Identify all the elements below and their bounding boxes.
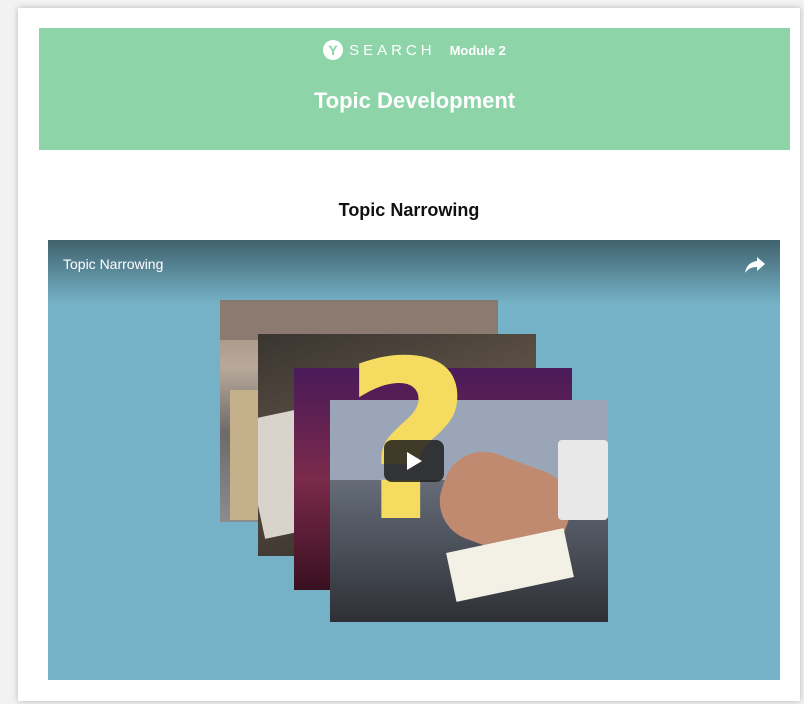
y-logo-icon: Y bbox=[323, 40, 344, 60]
section-title: Topic Narrowing bbox=[338, 200, 480, 220]
page-container: Y SEARCH Module 2 Topic Development Topi… bbox=[18, 8, 800, 701]
brand-name: SEARCH bbox=[349, 41, 436, 59]
laptop-shape bbox=[558, 440, 608, 520]
header-banner: Y SEARCH Module 2 Topic Development bbox=[39, 28, 790, 150]
share-icon[interactable] bbox=[744, 254, 766, 274]
video-title[interactable]: Topic Narrowing bbox=[63, 256, 163, 272]
video-player[interactable]: ? Topic Narrowing bbox=[48, 240, 780, 680]
play-icon bbox=[407, 452, 422, 470]
video-topbar: Topic Narrowing bbox=[48, 240, 780, 304]
brand-row: Y SEARCH Module 2 bbox=[39, 39, 790, 61]
play-button[interactable] bbox=[384, 440, 444, 482]
module-label: Module 2 bbox=[449, 42, 506, 58]
page-title: Topic Development bbox=[313, 88, 516, 113]
